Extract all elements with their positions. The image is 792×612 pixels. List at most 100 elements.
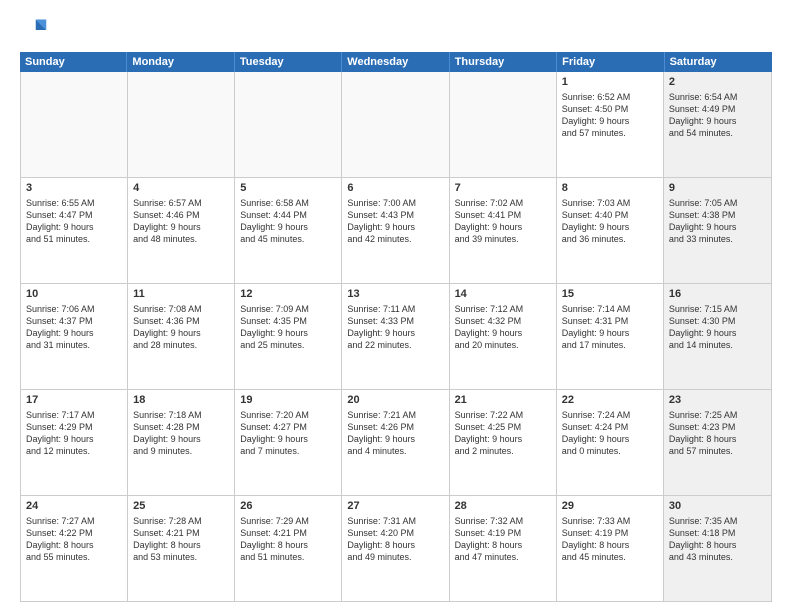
- day-number: 30: [669, 499, 766, 514]
- calendar-cell: 23Sunrise: 7:25 AMSunset: 4:23 PMDayligh…: [664, 390, 771, 495]
- day-number: 1: [562, 75, 658, 90]
- day-info: Sunset: 4:32 PM: [455, 315, 551, 327]
- calendar-cell: 21Sunrise: 7:22 AMSunset: 4:25 PMDayligh…: [450, 390, 557, 495]
- day-info: and 28 minutes.: [133, 339, 229, 351]
- day-info: Sunrise: 7:24 AM: [562, 409, 658, 421]
- day-info: Sunset: 4:33 PM: [347, 315, 443, 327]
- day-info: Sunrise: 7:28 AM: [133, 515, 229, 527]
- calendar-cell: 14Sunrise: 7:12 AMSunset: 4:32 PMDayligh…: [450, 284, 557, 389]
- day-info: Sunset: 4:49 PM: [669, 103, 766, 115]
- day-info: Sunrise: 7:15 AM: [669, 303, 766, 315]
- calendar-cell: 30Sunrise: 7:35 AMSunset: 4:18 PMDayligh…: [664, 496, 771, 601]
- day-info: and 36 minutes.: [562, 233, 658, 245]
- calendar-header: SundayMondayTuesdayWednesdayThursdayFrid…: [20, 52, 772, 72]
- day-info: and 33 minutes.: [669, 233, 766, 245]
- day-info: Sunrise: 7:22 AM: [455, 409, 551, 421]
- calendar-cell: 24Sunrise: 7:27 AMSunset: 4:22 PMDayligh…: [21, 496, 128, 601]
- day-info: Sunset: 4:21 PM: [240, 527, 336, 539]
- day-info: Sunset: 4:37 PM: [26, 315, 122, 327]
- calendar-cell: 5Sunrise: 6:58 AMSunset: 4:44 PMDaylight…: [235, 178, 342, 283]
- day-info: Sunrise: 6:55 AM: [26, 197, 122, 209]
- day-info: Sunrise: 7:02 AM: [455, 197, 551, 209]
- calendar-cell: 6Sunrise: 7:00 AMSunset: 4:43 PMDaylight…: [342, 178, 449, 283]
- day-info: Sunrise: 7:14 AM: [562, 303, 658, 315]
- day-info: Sunset: 4:26 PM: [347, 421, 443, 433]
- day-info: Sunset: 4:41 PM: [455, 209, 551, 221]
- day-info: Sunset: 4:22 PM: [26, 527, 122, 539]
- day-info: and 12 minutes.: [26, 445, 122, 457]
- day-number: 9: [669, 181, 766, 196]
- day-info: Daylight: 8 hours: [669, 539, 766, 551]
- day-info: Daylight: 9 hours: [347, 433, 443, 445]
- day-number: 15: [562, 287, 658, 302]
- calendar-cell: 11Sunrise: 7:08 AMSunset: 4:36 PMDayligh…: [128, 284, 235, 389]
- calendar-cell: 16Sunrise: 7:15 AMSunset: 4:30 PMDayligh…: [664, 284, 771, 389]
- calendar-row: 10Sunrise: 7:06 AMSunset: 4:37 PM Dayligh…: [21, 284, 771, 390]
- weekday-header: Saturday: [665, 52, 772, 72]
- day-info: Sunset: 4:29 PM: [26, 421, 122, 433]
- logo: [20, 16, 52, 44]
- day-info: Sunrise: 7:03 AM: [562, 197, 658, 209]
- day-number: 8: [562, 181, 658, 196]
- day-info: and 57 minutes.: [562, 127, 658, 139]
- calendar-cell: 15Sunrise: 7:14 AMSunset: 4:31 PMDayligh…: [557, 284, 664, 389]
- day-info: Daylight: 8 hours: [562, 539, 658, 551]
- weekday-header: Thursday: [450, 52, 557, 72]
- calendar-cell: [235, 72, 342, 177]
- day-number: 7: [455, 181, 551, 196]
- calendar-body: 1Sunrise: 6:52 AMSunset: 4:50 PMDaylight…: [20, 72, 772, 602]
- day-info: Daylight: 9 hours: [562, 115, 658, 127]
- day-info: Daylight: 8 hours: [240, 539, 336, 551]
- calendar-cell: 22Sunrise: 7:24 AMSunset: 4:24 PMDayligh…: [557, 390, 664, 495]
- day-number: 25: [133, 499, 229, 514]
- day-info: Daylight: 9 hours: [26, 221, 122, 233]
- day-number: 4: [133, 181, 229, 196]
- day-info: Sunrise: 7:06 AM: [26, 303, 122, 315]
- calendar-cell: 13Sunrise: 7:11 AMSunset: 4:33 PMDayligh…: [342, 284, 449, 389]
- day-number: 11: [133, 287, 229, 302]
- day-info: Daylight: 9 hours: [240, 433, 336, 445]
- day-info: Sunrise: 7:27 AM: [26, 515, 122, 527]
- calendar-cell: 29Sunrise: 7:33 AMSunset: 4:19 PMDayligh…: [557, 496, 664, 601]
- day-info: Daylight: 8 hours: [26, 539, 122, 551]
- day-info: Daylight: 9 hours: [669, 221, 766, 233]
- day-info: Sunset: 4:25 PM: [455, 421, 551, 433]
- day-number: 23: [669, 393, 766, 408]
- weekday-header: Wednesday: [342, 52, 449, 72]
- day-info: Daylight: 8 hours: [347, 539, 443, 551]
- day-number: 20: [347, 393, 443, 408]
- day-info: Sunrise: 7:09 AM: [240, 303, 336, 315]
- day-info: and 45 minutes.: [240, 233, 336, 245]
- day-info: Daylight: 9 hours: [562, 433, 658, 445]
- day-info: Daylight: 9 hours: [133, 327, 229, 339]
- calendar-cell: 7Sunrise: 7:02 AMSunset: 4:41 PMDaylight…: [450, 178, 557, 283]
- day-info: Sunset: 4:46 PM: [133, 209, 229, 221]
- day-info: Sunrise: 7:11 AM: [347, 303, 443, 315]
- day-number: 13: [347, 287, 443, 302]
- calendar-cell: [342, 72, 449, 177]
- day-info: Sunset: 4:27 PM: [240, 421, 336, 433]
- day-info: Daylight: 9 hours: [133, 433, 229, 445]
- day-number: 18: [133, 393, 229, 408]
- day-number: 22: [562, 393, 658, 408]
- day-info: Sunset: 4:18 PM: [669, 527, 766, 539]
- day-info: Daylight: 8 hours: [455, 539, 551, 551]
- day-info: Sunset: 4:23 PM: [669, 421, 766, 433]
- day-info: Sunrise: 6:58 AM: [240, 197, 336, 209]
- day-info: Sunset: 4:21 PM: [133, 527, 229, 539]
- day-number: 10: [26, 287, 122, 302]
- day-info: and 54 minutes.: [669, 127, 766, 139]
- calendar-cell: [128, 72, 235, 177]
- day-info: Sunrise: 7:25 AM: [669, 409, 766, 421]
- day-info: Daylight: 8 hours: [133, 539, 229, 551]
- day-info: Sunset: 4:50 PM: [562, 103, 658, 115]
- day-info: and 9 minutes.: [133, 445, 229, 457]
- day-info: Daylight: 9 hours: [133, 221, 229, 233]
- day-info: and 4 minutes.: [347, 445, 443, 457]
- weekday-header: Monday: [127, 52, 234, 72]
- calendar: SundayMondayTuesdayWednesdayThursdayFrid…: [20, 52, 772, 602]
- day-info: Sunrise: 7:08 AM: [133, 303, 229, 315]
- day-info: Daylight: 8 hours: [669, 433, 766, 445]
- day-info: Daylight: 9 hours: [347, 327, 443, 339]
- day-info: Sunset: 4:28 PM: [133, 421, 229, 433]
